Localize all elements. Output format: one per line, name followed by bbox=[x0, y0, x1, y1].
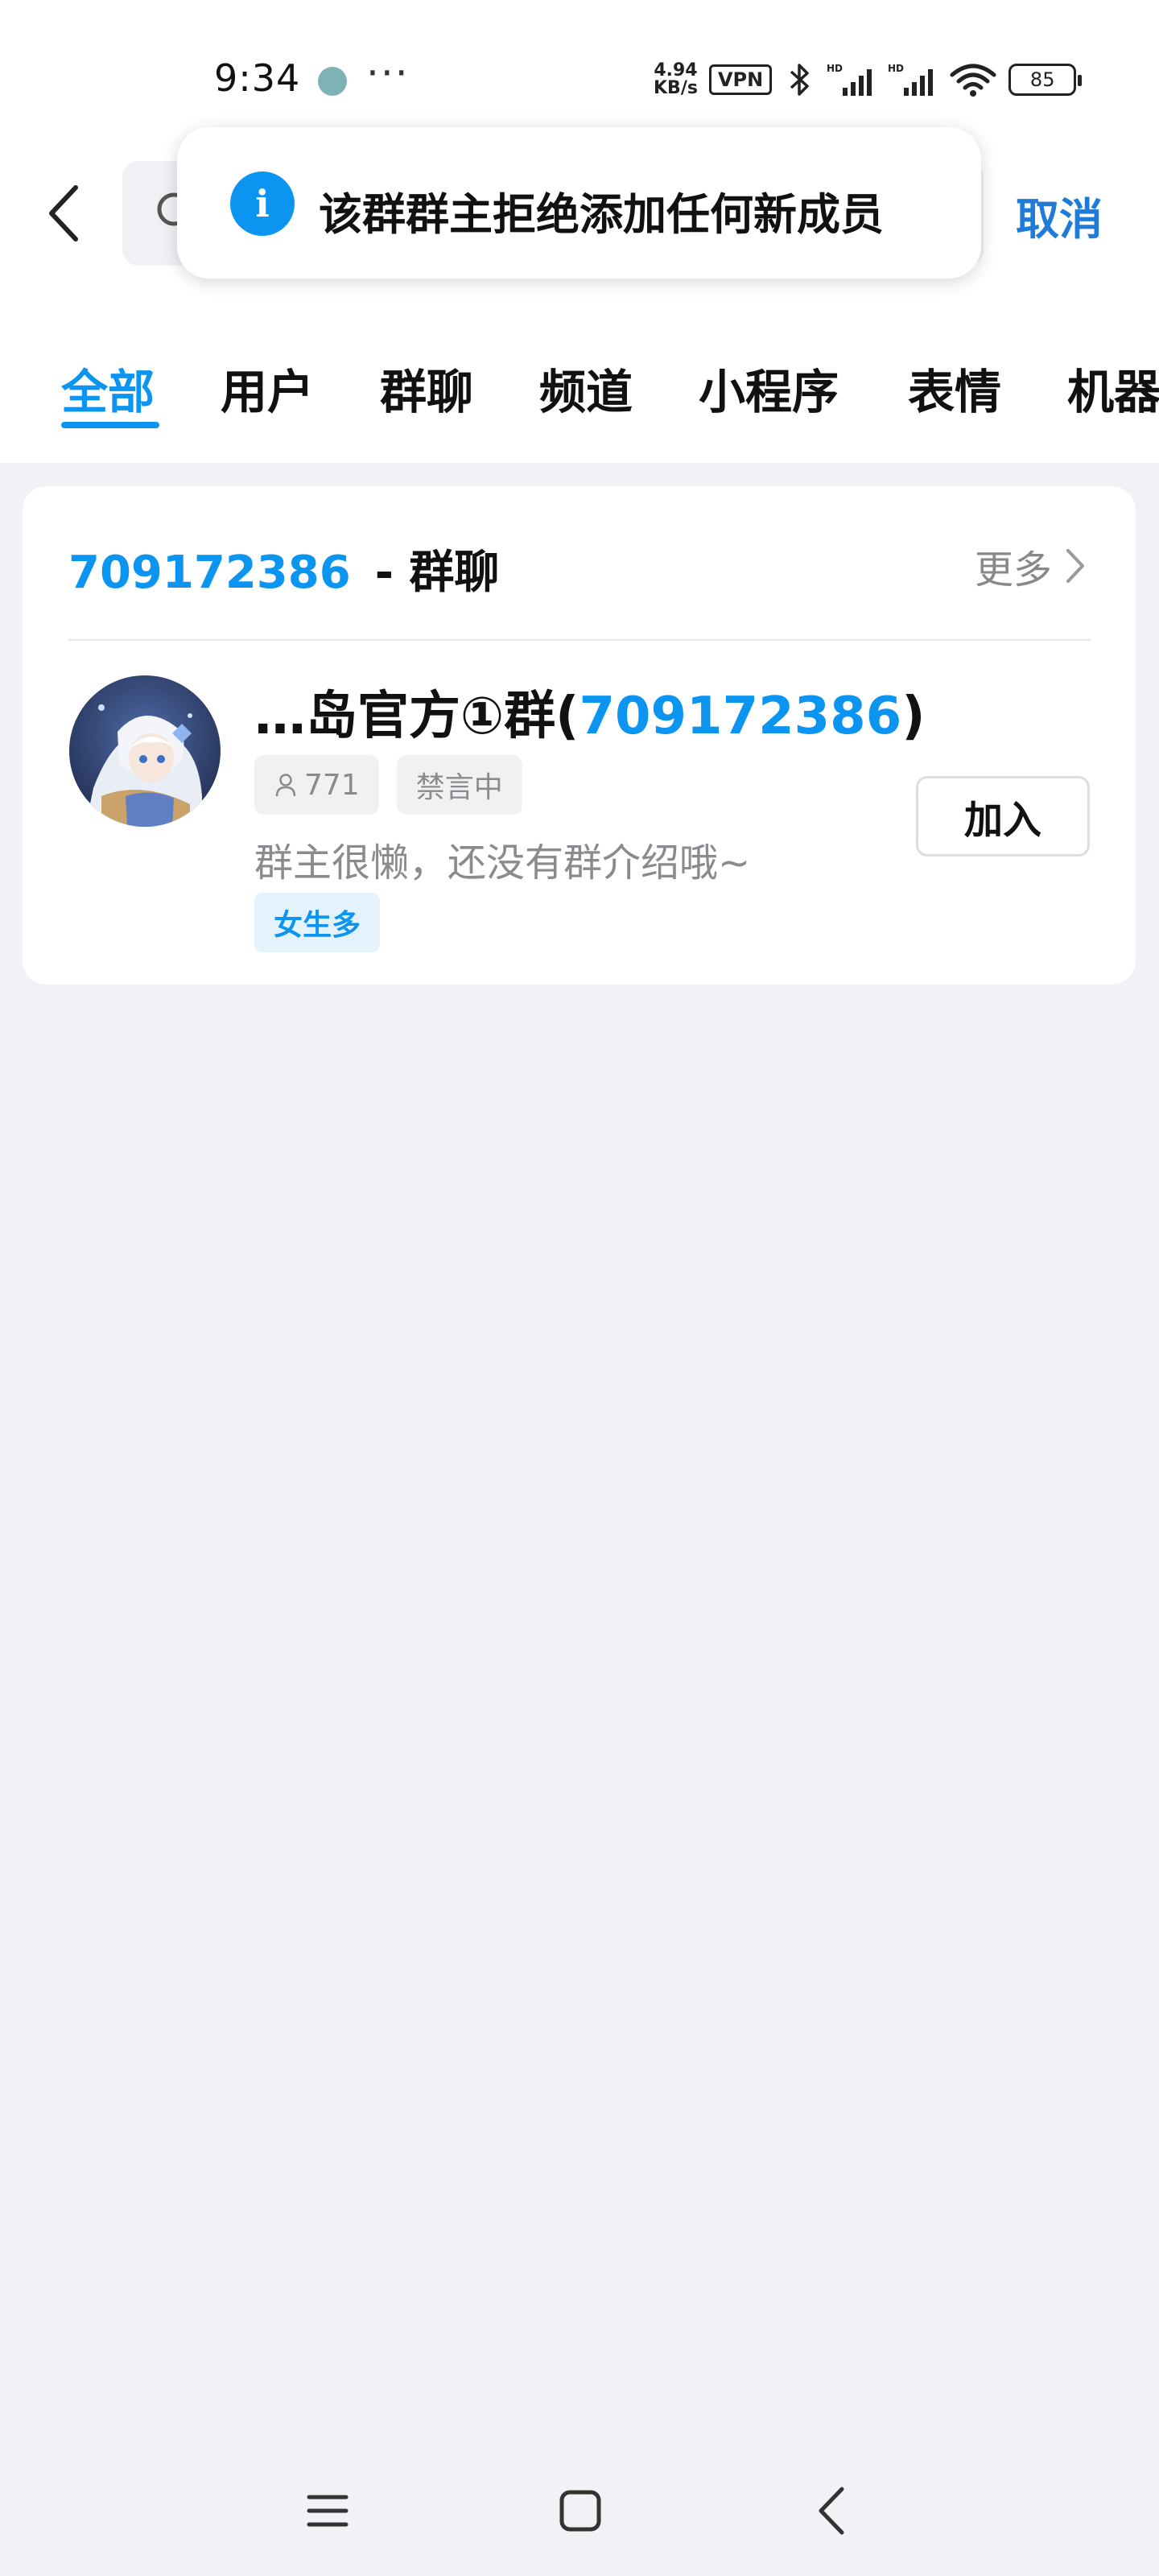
group-result-card: 709172386 - 群聊 更多 …岛官方①群(709172386) 771 禁… bbox=[23, 486, 1136, 985]
tab-channels[interactable]: 频道 bbox=[539, 354, 633, 422]
network-speed-value: 4.94 bbox=[654, 60, 698, 80]
battery-indicator: 85 bbox=[1008, 64, 1083, 96]
bluetooth-icon bbox=[790, 64, 809, 96]
active-tab-indicator bbox=[61, 422, 159, 428]
info-icon: i bbox=[230, 171, 295, 236]
back-arrow-icon[interactable] bbox=[40, 181, 89, 246]
app-notification-icon bbox=[318, 67, 347, 96]
tab-all[interactable]: 全部 bbox=[61, 354, 155, 422]
person-icon bbox=[275, 774, 296, 797]
more-link[interactable]: 更多 bbox=[975, 538, 1089, 594]
status-time: 9:34 bbox=[214, 56, 301, 100]
toast-notification: i 该群群主拒绝添加任何新成员 bbox=[177, 127, 981, 279]
cancel-button[interactable]: 取消 bbox=[1016, 184, 1103, 247]
tab-mini-programs[interactable]: 小程序 bbox=[699, 354, 839, 422]
join-button[interactable]: 加入 bbox=[916, 776, 1090, 857]
tab-bots[interactable]: 机器 bbox=[1067, 354, 1159, 422]
group-tags: 771 禁言中 bbox=[254, 755, 522, 815]
section-suffix: - 群聊 bbox=[374, 547, 500, 599]
system-nav-bar bbox=[0, 2447, 1159, 2576]
member-count: 771 bbox=[304, 768, 360, 802]
group-name[interactable]: …岛官方①群(709172386) bbox=[254, 675, 925, 749]
section-title: 709172386 - 群聊 bbox=[68, 536, 499, 601]
group-avatar[interactable] bbox=[69, 675, 221, 827]
signal-2-icon: HD bbox=[888, 63, 934, 96]
back-icon[interactable] bbox=[811, 2483, 852, 2539]
group-name-prefix: …岛官方①群( bbox=[254, 687, 580, 746]
mute-status-badge: 禁言中 bbox=[396, 755, 522, 815]
group-label-tag: 女生多 bbox=[254, 893, 381, 952]
signal-1-icon: HD bbox=[827, 63, 872, 96]
toast-message: 该群群主拒绝添加任何新成员 bbox=[319, 189, 884, 240]
tab-stickers[interactable]: 表情 bbox=[908, 354, 1001, 422]
group-name-number: 709172386 bbox=[579, 687, 902, 746]
network-speed: 4.94 KB/s bbox=[654, 62, 698, 97]
svg-text:HD: HD bbox=[827, 63, 843, 74]
search-category-tabs: 全部 用户 群聊 频道 小程序 表情 机器 bbox=[0, 346, 1159, 435]
group-intro: 群主很懒，还没有群介绍哦~ bbox=[254, 840, 751, 886]
query-number: 709172386 bbox=[68, 547, 351, 599]
menu-icon[interactable] bbox=[303, 2486, 353, 2536]
member-count-badge: 771 bbox=[254, 755, 379, 815]
divider bbox=[68, 639, 1091, 641]
chevron-right-icon bbox=[1066, 549, 1084, 583]
group-name-suffix: ) bbox=[901, 687, 926, 746]
tab-groups[interactable]: 群聊 bbox=[380, 354, 473, 422]
svg-text:HD: HD bbox=[888, 63, 904, 74]
vpn-icon: VPN bbox=[708, 64, 773, 95]
wifi-icon bbox=[950, 64, 996, 97]
network-speed-unit: KB/s bbox=[654, 78, 698, 98]
avatar-illustration bbox=[69, 675, 221, 827]
more-notifications-icon: ··· bbox=[366, 50, 410, 97]
tab-users[interactable]: 用户 bbox=[221, 354, 314, 422]
more-label: 更多 bbox=[974, 547, 1052, 592]
home-icon[interactable] bbox=[555, 2486, 605, 2536]
status-indicators: 4.94 KB/s VPN HD HD 85 bbox=[654, 60, 1083, 100]
